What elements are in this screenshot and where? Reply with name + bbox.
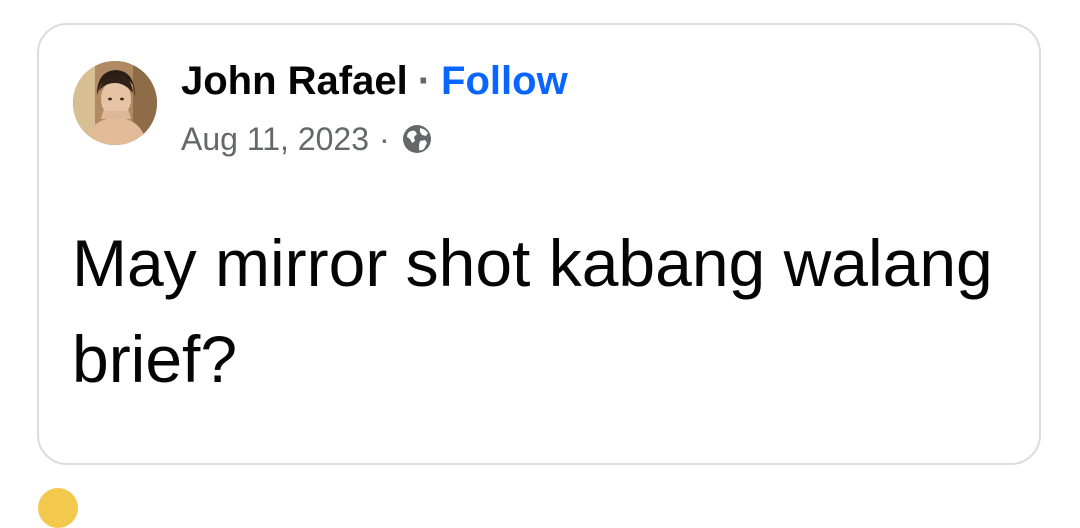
meta-separator: · [379, 121, 390, 157]
author-name[interactable]: John Rafael [181, 55, 408, 107]
post-card: John Rafael · Follow Aug 11, 2023 · May … [37, 23, 1041, 465]
avatar-photo [73, 61, 157, 145]
globe-icon [400, 122, 434, 156]
post-text: May mirror shot kabang walang brief? [72, 226, 993, 396]
post-date[interactable]: Aug 11, 2023 [181, 117, 369, 161]
follow-button[interactable]: Follow [441, 55, 568, 107]
header-separator: · [417, 59, 432, 103]
post-meta: Aug 11, 2023 · [181, 117, 434, 161]
next-post-avatar[interactable] [38, 488, 78, 528]
author-avatar[interactable] [73, 61, 157, 145]
post-header: John Rafael · Follow [181, 55, 568, 107]
